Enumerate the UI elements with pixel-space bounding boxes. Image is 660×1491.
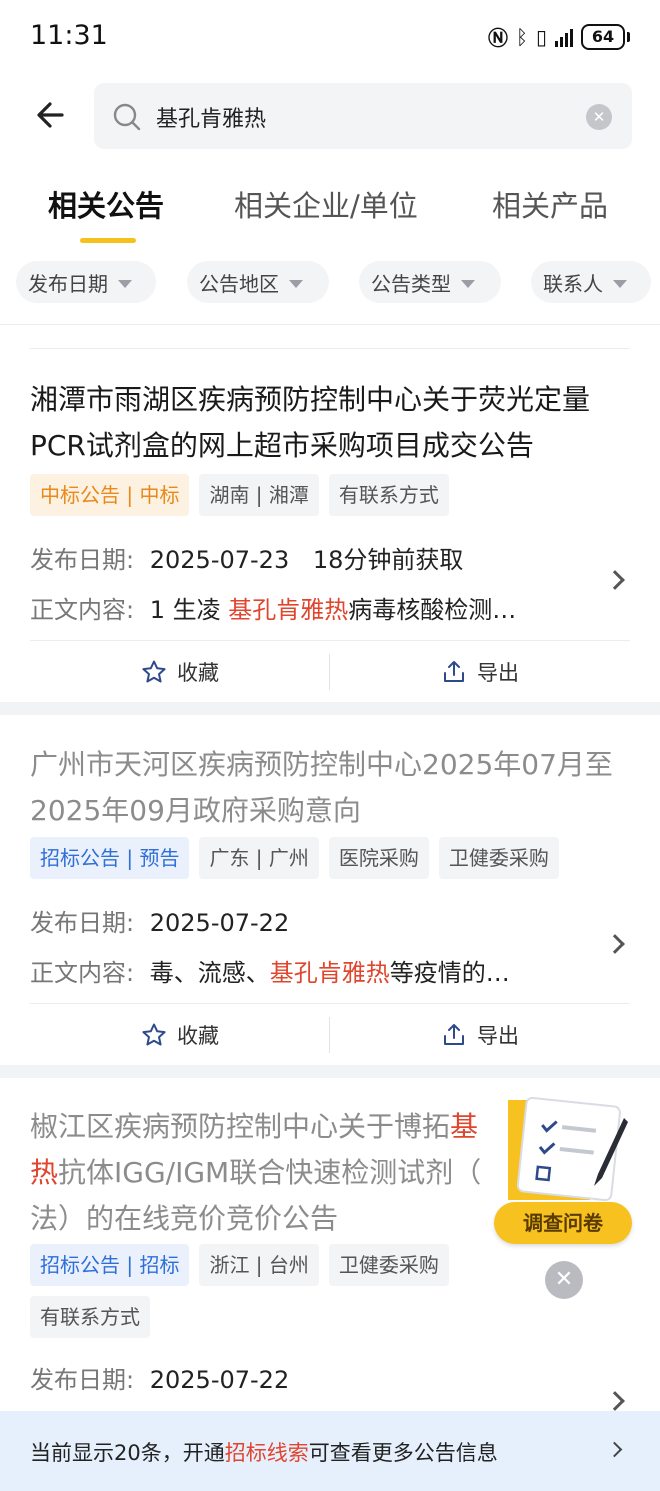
- banner-link[interactable]: 招标线索: [225, 1441, 309, 1465]
- region-tag: 浙江 | 台州: [199, 1244, 319, 1286]
- filter-label: 公告地区: [199, 271, 279, 296]
- collect-label: 收藏: [177, 1024, 219, 1048]
- banner-text: 当前显示20条，开通招标线索可查看更多公告信息: [30, 1441, 498, 1465]
- status-time: 11:31: [30, 20, 108, 51]
- notice-tags: 招标公告 | 预告 广东 | 广州 医院采购 卫健委采购: [30, 837, 650, 879]
- publish-date: 2025-07-22: [149, 1366, 290, 1394]
- date-label: 发布日期:: [30, 546, 135, 574]
- content-row: 正文内容: 毒、流感、基孔肯雅热等疫情的…: [30, 953, 510, 988]
- star-icon: [142, 660, 166, 683]
- keyword-highlight: 基孔肯雅热: [269, 959, 390, 987]
- active-tab-indicator: [80, 238, 136, 243]
- survey-label: 调查问卷: [494, 1202, 632, 1244]
- tab-related-companies[interactable]: 相关企业/单位: [234, 183, 418, 225]
- caret-down-icon: [289, 279, 303, 288]
- filter-label: 发布日期: [28, 271, 108, 296]
- tab-related-products[interactable]: 相关产品: [492, 183, 608, 225]
- export-button[interactable]: 导出: [330, 1004, 630, 1066]
- status-icons: Ⓝ ᛒ ▯ 64: [488, 22, 630, 51]
- content-label: 正文内容:: [30, 596, 135, 624]
- status-bar: 11:31 Ⓝ ᛒ ▯ 64: [0, 0, 660, 75]
- filter-contact[interactable]: 联系人: [531, 261, 651, 303]
- notice-tags: 招标公告 | 招标 浙江 | 台州 卫健委采购 有联系方式: [30, 1244, 510, 1338]
- bluetooth-icon: ᛒ: [515, 24, 528, 49]
- divider: [30, 348, 630, 349]
- publish-date: 2025-07-23: [149, 546, 290, 574]
- filter-bar: 发布日期 公告地区 公告类型 联系人: [0, 250, 660, 325]
- content-snippet: 毒、流感、基孔肯雅热等疫情的…: [149, 959, 510, 987]
- export-label: 导出: [477, 661, 519, 685]
- chevron-right-icon[interactable]: [605, 570, 625, 590]
- fetched-time: 18分钟前获取: [312, 546, 464, 574]
- survey-float-button[interactable]: 调查问卷: [494, 1088, 634, 1248]
- back-arrow-icon[interactable]: [32, 95, 72, 135]
- category-tag: 医院采购: [328, 837, 429, 879]
- chevron-right-icon[interactable]: [606, 1441, 623, 1458]
- search-icon: [113, 103, 141, 131]
- collect-button[interactable]: 收藏: [30, 641, 330, 703]
- caret-down-icon: [461, 279, 475, 288]
- region-tag: 湖南 | 湘潭: [199, 474, 319, 516]
- survey-clipboard-icon: [508, 1096, 628, 1202]
- category-tag: 卫健委采购: [328, 1244, 449, 1286]
- close-icon[interactable]: ✕: [545, 1261, 583, 1299]
- upgrade-banner[interactable]: 当前显示20条，开通招标线索可查看更多公告信息: [0, 1411, 660, 1491]
- date-label: 发布日期:: [30, 1366, 135, 1394]
- content-label: 正文内容:: [30, 959, 135, 987]
- notice-type-tag: 招标公告 | 招标: [30, 1244, 190, 1286]
- caret-down-icon: [118, 279, 132, 288]
- publish-date: 2025-07-22: [149, 909, 290, 937]
- notice-title[interactable]: 湘潭市雨湖区疾病预防控制中心关于荧光定量PCR试剂盒的网上超市采购项目成交公告: [30, 377, 630, 469]
- export-label: 导出: [477, 1024, 519, 1048]
- notice-card[interactable]: 广州市天河区疾病预防控制中心2025年07月至2025年09月政府采购意向 招标…: [0, 715, 660, 1065]
- chevron-right-icon[interactable]: [605, 1391, 625, 1411]
- content-row: 正文内容: 1 生凌 基孔肯雅热病毒核酸检测…: [30, 590, 516, 625]
- search-header: 基孔肯雅热 ✕: [0, 75, 660, 165]
- notice-card[interactable]: 湘潭市雨湖区疾病预防控制中心关于荧光定量PCR试剂盒的网上超市采购项目成交公告 …: [0, 325, 660, 702]
- filter-region[interactable]: 公告地区: [187, 261, 329, 303]
- search-input[interactable]: 基孔肯雅热 ✕: [94, 83, 632, 149]
- filter-label: 联系人: [543, 271, 603, 296]
- notice-title[interactable]: 广州市天河区疾病预防控制中心2025年07月至2025年09月政府采购意向: [30, 742, 630, 834]
- card-actions: 收藏 导出: [30, 640, 630, 702]
- notice-type-tag: 招标公告 | 预告: [30, 837, 190, 879]
- caret-down-icon: [613, 279, 627, 288]
- vibrate-icon: ▯: [535, 24, 547, 49]
- star-icon: [142, 1023, 166, 1046]
- export-button[interactable]: 导出: [330, 641, 630, 703]
- tab-bar: 相关公告 相关企业/单位 相关产品: [0, 165, 660, 250]
- notice-tags: 中标公告 | 中标 湖南 | 湘潭 有联系方式: [30, 474, 650, 516]
- content-snippet: 1 生凌 基孔肯雅热病毒核酸检测…: [149, 596, 517, 624]
- notice-type-tag: 中标公告 | 中标: [30, 474, 190, 516]
- category-tag: 卫健委采购: [438, 837, 559, 879]
- contact-tag: 有联系方式: [328, 474, 449, 516]
- export-icon: [444, 661, 464, 682]
- export-icon: [444, 1024, 464, 1045]
- signal-icon: [555, 27, 573, 47]
- publish-date-row: 发布日期: 2025-07-22: [30, 1360, 289, 1395]
- search-query: 基孔肯雅热: [156, 107, 267, 132]
- publish-date-row: 发布日期: 2025-07-23 18分钟前获取: [30, 540, 463, 575]
- tab-related-notices[interactable]: 相关公告: [48, 183, 164, 225]
- contact-tag: 有联系方式: [30, 1296, 150, 1338]
- nfc-icon: Ⓝ: [487, 26, 508, 50]
- battery-tip: [627, 31, 630, 42]
- filter-publish-date[interactable]: 发布日期: [16, 261, 156, 303]
- keyword-highlight: 基孔肯雅热: [228, 596, 349, 624]
- date-label: 发布日期:: [30, 909, 135, 937]
- collect-label: 收藏: [177, 661, 219, 685]
- region-tag: 广东 | 广州: [199, 837, 319, 879]
- filter-notice-type[interactable]: 公告类型: [359, 261, 501, 303]
- chevron-right-icon[interactable]: [605, 934, 625, 954]
- battery-icon: 64: [581, 23, 625, 50]
- publish-date-row: 发布日期: 2025-07-22: [30, 903, 289, 938]
- filter-label: 公告类型: [371, 271, 451, 296]
- clear-icon[interactable]: ✕: [586, 104, 612, 130]
- collect-button[interactable]: 收藏: [30, 1004, 330, 1066]
- card-actions: 收藏 导出: [30, 1003, 630, 1065]
